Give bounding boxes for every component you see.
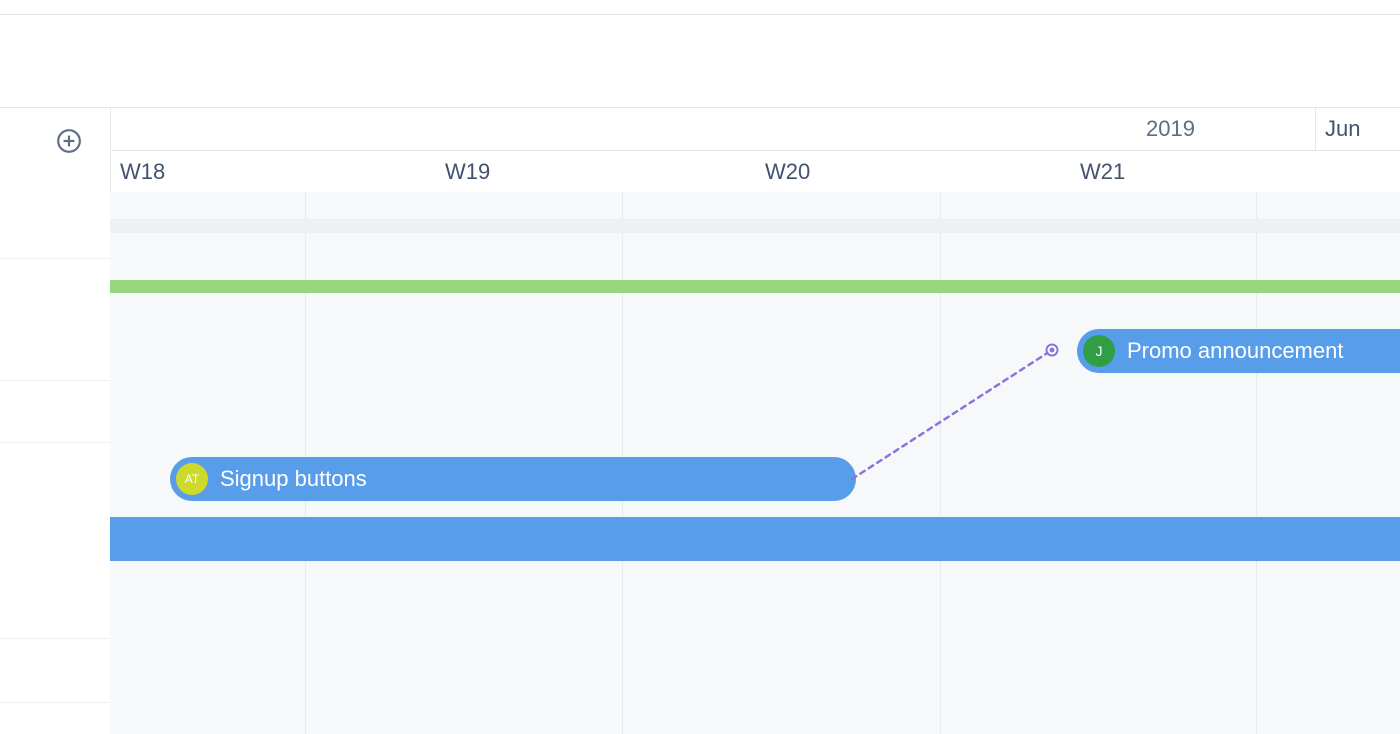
timeline-header: 2019 Jun W18 W19 W20 W21 [0, 107, 1400, 194]
avatar-j: J [1083, 335, 1115, 367]
header-gutter [0, 108, 111, 193]
week-col-w19: W19 [445, 150, 490, 193]
timeline-body[interactable]: J Promo announcement AT Signup buttons [110, 192, 1400, 734]
grid-line [940, 192, 941, 734]
side-row-divider [0, 442, 110, 443]
grid-line [1256, 192, 1257, 734]
avatar-at: AT [176, 463, 208, 495]
weeks-row: W18 W19 W20 W21 [110, 150, 1400, 193]
task-label: Promo announcement [1127, 338, 1343, 364]
top-divider [0, 14, 1400, 15]
task-bar-signup-buttons[interactable]: AT Signup buttons [170, 457, 856, 501]
side-row-divider [0, 258, 110, 259]
week-col-w18: W18 [120, 150, 165, 193]
spacer-row [110, 219, 1400, 233]
task-label: Signup buttons [220, 466, 367, 492]
week-col-w20: W20 [765, 150, 810, 193]
plus-circle-icon [56, 128, 82, 154]
year-row: 2019 Jun [110, 108, 1400, 151]
parent-progress-bar-green[interactable] [110, 280, 1400, 293]
add-button[interactable] [55, 127, 83, 155]
week-col-w21: W21 [1080, 150, 1125, 193]
side-list-area [0, 192, 111, 734]
task-bar-full-width[interactable] [110, 517, 1400, 561]
month-divider [1315, 108, 1316, 150]
side-row-divider [0, 380, 110, 381]
side-row-divider [0, 638, 110, 639]
side-row-divider [0, 702, 110, 703]
year-label: 2019 [1146, 108, 1195, 150]
task-bar-promo-announcement[interactable]: J Promo announcement [1077, 329, 1400, 373]
month-label: Jun [1325, 108, 1360, 150]
